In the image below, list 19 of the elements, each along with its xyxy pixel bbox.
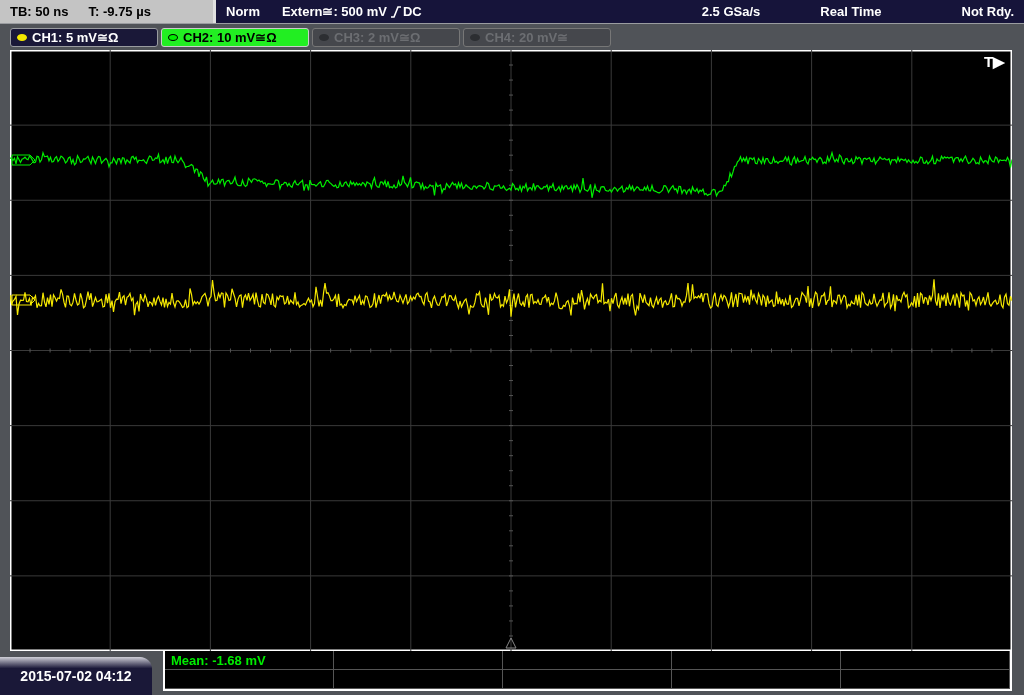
sample-rate-label: 2.5 GSa/s bbox=[701, 4, 761, 19]
coupling-label: DC bbox=[402, 4, 422, 19]
date-time-label: 2015-07-02 04:12 bbox=[0, 657, 152, 695]
trigger-position-icon bbox=[505, 637, 517, 649]
trigger-time-label: T: -9.75 µs bbox=[88, 4, 151, 19]
channel-dot-icon bbox=[470, 33, 480, 41]
trigger-marker: T▶ bbox=[984, 53, 1006, 70]
channel-tab[interactable]: CH1: 5 mV≅Ω bbox=[10, 27, 158, 47]
channel-marker-icon bbox=[11, 294, 36, 306]
acquisition-mode-label: Real Time bbox=[820, 4, 882, 19]
measurement-cell: Mean: -1.68 mV bbox=[165, 651, 334, 670]
trigger-source-label: Extern≅: 500 mV bbox=[281, 4, 387, 19]
status-label: Not Rdy. bbox=[961, 4, 1014, 19]
channel-dot-icon bbox=[319, 33, 329, 41]
channel-marker-icon bbox=[11, 154, 36, 166]
channel-tab[interactable]: CH2: 10 mV≅Ω bbox=[161, 27, 309, 47]
trigger-mode-label: Norm bbox=[226, 4, 260, 19]
timebase-label: TB: 50 ns bbox=[10, 4, 69, 19]
rising-edge-icon bbox=[389, 5, 402, 18]
